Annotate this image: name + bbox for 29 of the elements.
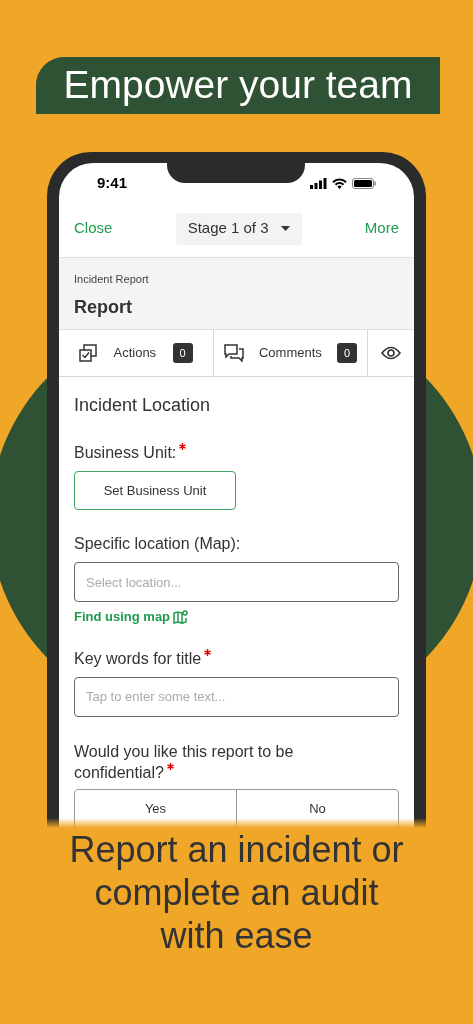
wifi-icon [332, 178, 347, 189]
banner-title: Empower your team [36, 57, 440, 114]
field-label: Specific location (Map): [74, 535, 241, 552]
stage-dropdown[interactable]: Stage 1 of 3 [175, 212, 302, 245]
map-pin-icon [173, 609, 189, 624]
report-type: Incident Report [74, 272, 150, 287]
find-using-map-link[interactable]: Find using map [74, 607, 171, 627]
battery-icon [352, 178, 376, 189]
field-label: Business Unit: [74, 444, 177, 461]
actions-tab[interactable]: Actions 0 [59, 330, 214, 376]
text-field[interactable]: Tap to enter some text... [74, 676, 399, 717]
count-badge: 0 [337, 343, 358, 363]
field-label: Key words for title [74, 649, 202, 667]
caret-icon [280, 226, 290, 231]
section-title: Incident Location [74, 394, 212, 417]
signal-icon [310, 178, 327, 189]
eye-icon [381, 346, 402, 360]
text-field[interactable]: Select location... [74, 562, 399, 602]
checkbox-stack-icon [79, 344, 97, 362]
status-time: 9:41 [97, 173, 128, 194]
comments-tab[interactable]: Comments 0 [213, 330, 369, 376]
more-link[interactable]: More [364, 217, 399, 240]
field-label: Would you like this report to be confidential? [74, 742, 294, 781]
comments-icon [223, 344, 244, 362]
set-business-unit-button[interactable]: Set Business Unit [74, 471, 236, 510]
close-link[interactable]: Close [74, 217, 113, 240]
report-title: Report [74, 295, 133, 319]
count-badge: 0 [172, 343, 193, 363]
tagline: Report an incident or complete an audit with ease [68, 828, 405, 958]
